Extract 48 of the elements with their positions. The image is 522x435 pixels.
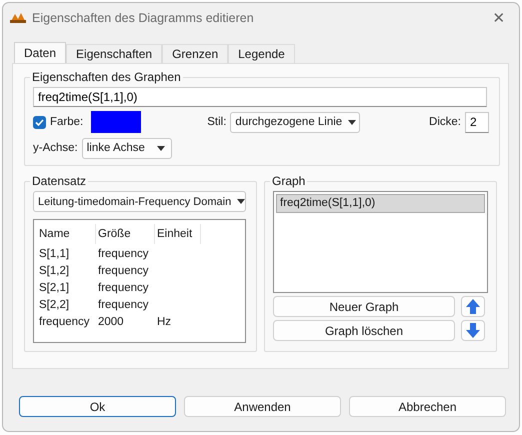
delete-graph-button[interactable]: Graph löschen (273, 320, 455, 341)
app-logo-icon (9, 12, 27, 24)
dropdown-caret-icon (237, 199, 246, 204)
dialog-button[interactable]: Ok (19, 396, 176, 417)
checkbox[interactable] (33, 116, 46, 128)
close-button[interactable]: ✕ (479, 4, 519, 32)
move-down-button[interactable] (461, 320, 485, 341)
table-cell-text: S[1,1] (38, 248, 70, 260)
table-cell-text: S[2,1] (38, 282, 70, 294)
window-title: Eigenschaften des Diagramms editieren (32, 11, 255, 25)
group-title: Eigenschaften des Graphen (31, 70, 182, 84)
up-arrow-icon (466, 299, 480, 314)
dialog-button[interactable]: Anwenden (184, 396, 341, 417)
column-header[interactable]: Größe (96, 224, 155, 244)
thickness-label: Dicke: (429, 116, 461, 128)
graph-list-item[interactable]: freq2time(S[1,1],0) (276, 194, 485, 213)
table-cell-text: S[2,2] (38, 298, 70, 310)
table-cell-text: frequency (97, 282, 150, 294)
tab[interactable]: Legende (228, 44, 295, 63)
tab[interactable]: Eigenschaften (66, 44, 162, 63)
down-arrow-icon (466, 323, 480, 338)
column-header[interactable]: Name (37, 224, 96, 244)
dropdown-caret-icon (156, 146, 165, 150)
style-label: Stil: (207, 116, 226, 128)
color-swatch[interactable] (91, 111, 142, 133)
table-cell-text: 2000 (97, 316, 125, 328)
group-title: Datensatz (31, 174, 88, 188)
group-title: Graph (271, 174, 306, 188)
table-cell-text: Hz (156, 316, 172, 328)
table-cell-text: frequency (97, 298, 150, 310)
y-axis-dropdown[interactable]: linke Achse (82, 138, 172, 158)
new-graph-button[interactable]: Neuer Graph (273, 296, 455, 317)
dropdown-caret-icon (348, 120, 356, 124)
color-label: Farbe: (50, 116, 84, 128)
style-dropdown[interactable]: durchgezogene Linie (230, 112, 360, 132)
tab[interactable]: Grenzen (162, 44, 228, 63)
expression-field[interactable]: freq2time(S[1,1],0) (33, 87, 487, 107)
dataset-dropdown[interactable]: Leitung-timedomain-Frequency Domain (33, 191, 246, 212)
table-cell-text: frequency (97, 248, 150, 260)
table-cell-text: frequency (97, 264, 150, 276)
column-header[interactable]: Einheit (155, 224, 201, 244)
move-up-button[interactable] (461, 296, 485, 317)
thickness-field[interactable]: 2 (465, 112, 489, 132)
table-cell-text: S[1,2] (38, 264, 70, 276)
dialog-button[interactable]: Abbrechen (349, 396, 506, 417)
tab[interactable]: Daten (14, 42, 66, 63)
table-cell-text: frequency (38, 316, 91, 328)
y-axis-label: y-Achse: (33, 142, 78, 154)
